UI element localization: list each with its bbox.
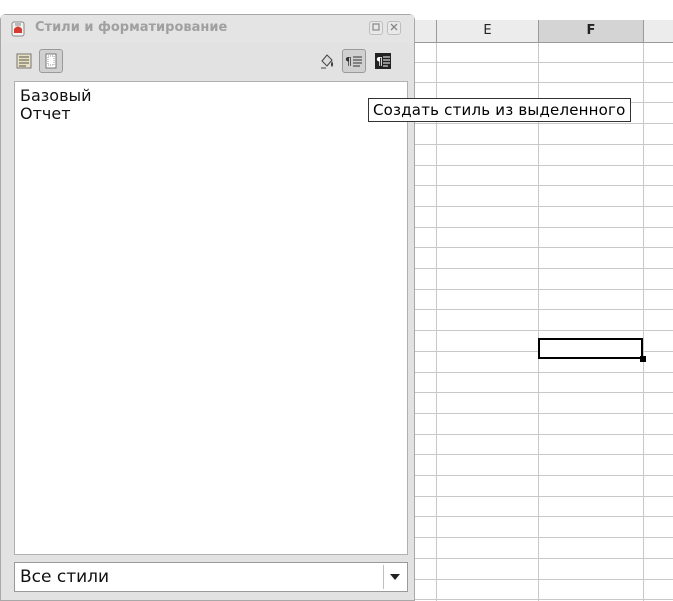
dropdown-button[interactable] xyxy=(383,565,405,589)
style-item-bazovyy[interactable]: Базовый xyxy=(15,87,407,105)
fill-handle[interactable] xyxy=(640,356,646,362)
column-header-partial[interactable] xyxy=(415,20,437,42)
style-filter-select[interactable]: Все стили xyxy=(14,562,408,592)
paragraph-styles-button[interactable] xyxy=(12,49,36,73)
fill-format-icon xyxy=(321,54,333,69)
fill-format-mode-button[interactable] xyxy=(315,49,339,73)
styles-panel: Стили и форматирование ¶ ¶ Базовый Отчет… xyxy=(0,14,415,601)
restore-icon[interactable] xyxy=(369,21,383,35)
update-style-button[interactable]: ¶ xyxy=(371,49,395,73)
svg-text:¶: ¶ xyxy=(345,55,352,68)
panel-title: Стили и форматирование xyxy=(35,20,228,35)
update-style-icon: ¶ xyxy=(375,53,391,69)
page-styles-button[interactable] xyxy=(39,49,63,73)
panel-title-bar[interactable]: Стили и форматирование xyxy=(1,15,414,43)
style-list[interactable]: Базовый Отчет xyxy=(14,81,408,555)
column-header-partial-right[interactable] xyxy=(644,20,673,42)
tooltip: Создать стиль из выделенного xyxy=(368,98,631,122)
svg-text:¶: ¶ xyxy=(376,55,383,68)
close-icon[interactable] xyxy=(387,21,401,35)
style-filter-value: Все стили xyxy=(20,567,110,587)
page-styles-icon xyxy=(45,53,57,69)
column-header-e[interactable]: E xyxy=(437,20,539,42)
styles-format-icon xyxy=(11,21,25,37)
active-cell[interactable] xyxy=(538,338,643,359)
style-item-otchet[interactable]: Отчет xyxy=(15,105,407,123)
chevron-down-icon xyxy=(389,574,400,580)
paragraph-styles-icon xyxy=(16,53,32,69)
column-header-f[interactable]: F xyxy=(539,20,644,42)
new-style-from-selection-icon: ¶ xyxy=(345,55,362,68)
panel-toolbar: ¶ ¶ xyxy=(1,45,414,79)
new-style-from-selection-button[interactable]: ¶ xyxy=(342,49,366,73)
